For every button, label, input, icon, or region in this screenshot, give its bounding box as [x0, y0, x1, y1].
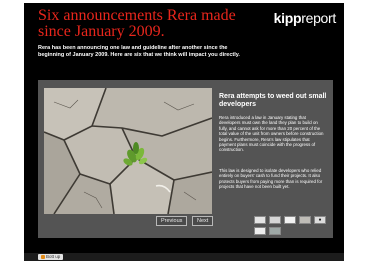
- thumbnail-3[interactable]: [284, 216, 296, 224]
- slideshow-frame: Six announcements Rera made since Januar…: [24, 3, 344, 261]
- thumbnail-strip: ●: [254, 216, 332, 238]
- share-label: Bott up: [46, 254, 61, 259]
- thumbnail-4[interactable]: [299, 216, 311, 224]
- logo-bold-text: kipp: [273, 10, 302, 26]
- thumbnail-1[interactable]: [254, 216, 266, 224]
- story-photo: [44, 88, 212, 214]
- footer-bar: [24, 253, 344, 261]
- story-paragraph-1: Rera introduced a law in January stating…: [219, 115, 324, 153]
- thumbnail-5[interactable]: ●: [314, 216, 326, 224]
- story-paragraph-2: This law is designed to isolate develope…: [219, 168, 323, 190]
- page-headline: Six announcements Rera made since Januar…: [38, 7, 236, 40]
- next-button[interactable]: Next: [192, 216, 214, 226]
- story-panel: Rera attempts to weed out small develope…: [38, 80, 333, 238]
- thumbnail-2[interactable]: [269, 216, 281, 224]
- logo-light-text: report: [301, 10, 336, 26]
- story-title: Rera attempts to weed out small develope…: [219, 93, 327, 108]
- cracked-ground-sprout-image: [44, 88, 212, 214]
- thumbnail-6[interactable]: [254, 227, 266, 235]
- thumbnail-5-label: ●: [318, 217, 322, 223]
- thumbnail-7[interactable]: [269, 227, 281, 235]
- previous-button[interactable]: Previous: [156, 216, 188, 226]
- share-button[interactable]: Bott up: [38, 254, 64, 260]
- kippreport-logo[interactable]: kippreport: [273, 10, 337, 26]
- share-icon: [41, 254, 45, 259]
- intro-text: Rera has been announcing one law and gui…: [38, 45, 240, 58]
